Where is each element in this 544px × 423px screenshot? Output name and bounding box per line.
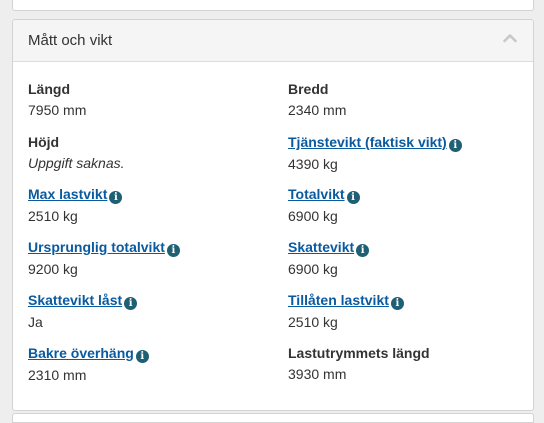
- field-ursprunglig-totalvikt: Ursprunglig totalvikt i 9200 kg: [28, 238, 180, 278]
- max-lastvikt-link[interactable]: Max lastvikt: [28, 186, 107, 202]
- next-panel-edge: [12, 413, 534, 423]
- field-label: Längd: [28, 81, 70, 97]
- field-value: 6900 kg: [288, 261, 338, 277]
- field-skattevikt: Skattevikt i 6900 kg: [288, 238, 370, 278]
- dimensions-weight-panel: Mått och vikt Längd 7950 mm Bredd 2340 m…: [12, 19, 534, 411]
- skattevikt-link[interactable]: Skattevikt: [288, 239, 354, 255]
- totalvikt-link[interactable]: Totalvikt: [288, 186, 345, 202]
- field-label: Höjd: [28, 134, 60, 150]
- skattevikt-last-link[interactable]: Skattevikt låst: [28, 292, 122, 308]
- field-lastutrymmets-langd: Lastutrymmets längd 3930 mm: [288, 344, 430, 383]
- field-max-lastvikt: Max lastvikt i 2510 kg: [28, 185, 123, 225]
- field-value: 7950 mm: [28, 102, 87, 118]
- field-value: 3930 mm: [288, 366, 347, 382]
- bakre-overhang-link[interactable]: Bakre överhäng: [28, 345, 134, 361]
- panel-heading[interactable]: Mått och vikt: [13, 20, 533, 62]
- field-value: Ja: [28, 314, 43, 330]
- field-value: Uppgift saknas.: [28, 155, 125, 171]
- info-icon[interactable]: i: [109, 191, 123, 204]
- field-tjanstevikt: Tjänstevikt (faktisk vikt) i 4390 kg: [288, 133, 462, 173]
- info-icon[interactable]: i: [390, 297, 404, 310]
- info-icon[interactable]: i: [135, 350, 149, 363]
- info-icon[interactable]: i: [346, 191, 360, 204]
- field-bredd: Bredd 2340 mm: [288, 80, 346, 119]
- tillaten-lastvikt-link[interactable]: Tillåten lastvikt: [288, 292, 389, 308]
- ursprunglig-totalvikt-link[interactable]: Ursprunglig totalvikt: [28, 239, 165, 255]
- panel-title: Mått och vikt: [28, 32, 113, 49]
- field-value: 6900 kg: [288, 208, 338, 224]
- field-totalvikt: Totalvikt i 6900 kg: [288, 185, 360, 225]
- field-bakre-overhang: Bakre överhäng i 2310 mm: [28, 344, 149, 384]
- field-skattevikt-last: Skattevikt låst i Ja: [28, 291, 138, 331]
- field-tillaten-lastvikt: Tillåten lastvikt i 2510 kg: [288, 291, 404, 331]
- field-value: 2510 kg: [28, 208, 78, 224]
- field-value: 9200 kg: [28, 261, 78, 277]
- info-icon[interactable]: i: [448, 139, 462, 152]
- field-langd: Längd 7950 mm: [28, 80, 86, 119]
- field-hojd: Höjd Uppgift saknas.: [28, 133, 125, 172]
- chevron-up-icon[interactable]: [503, 33, 517, 43]
- field-label: Lastutrymmets längd: [288, 345, 430, 361]
- field-label: Bredd: [288, 81, 329, 97]
- info-icon[interactable]: i: [124, 297, 138, 310]
- previous-panel-edge: [12, 0, 534, 11]
- field-value: 2510 kg: [288, 314, 338, 330]
- tjanstevikt-link[interactable]: Tjänstevikt (faktisk vikt): [288, 134, 447, 150]
- info-icon[interactable]: i: [356, 244, 370, 257]
- info-icon[interactable]: i: [166, 244, 180, 257]
- field-value: 2340 mm: [288, 102, 347, 118]
- field-value: 4390 kg: [288, 156, 338, 172]
- field-value: 2310 mm: [28, 367, 87, 383]
